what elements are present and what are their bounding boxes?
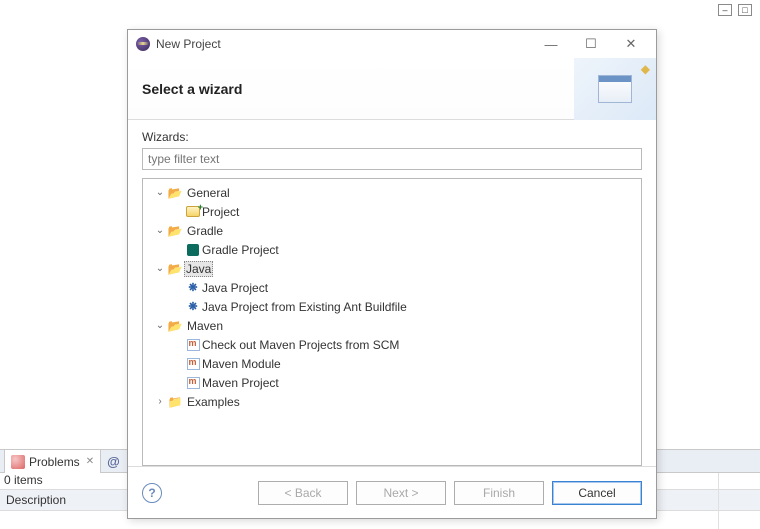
dialog-title: New Project — [156, 37, 528, 51]
help-button[interactable]: ? — [142, 483, 162, 503]
expand-icon[interactable]: ⌄ — [153, 225, 167, 236]
folder-open-icon: 📂 — [167, 261, 183, 277]
close-icon[interactable]: ✕ — [86, 456, 94, 467]
cancel-button[interactable]: Cancel — [552, 481, 642, 505]
project-icon — [185, 204, 201, 220]
column-divider[interactable] — [718, 473, 719, 529]
maven-module-icon — [185, 356, 201, 372]
expand-icon[interactable]: ⌄ — [153, 187, 167, 198]
finish-button[interactable]: Finish — [454, 481, 544, 505]
maven-scm-icon — [185, 337, 201, 353]
tab-javadoc[interactable]: @ — [101, 449, 126, 473]
tree-item-java-ant-project[interactable]: ❋ Java Project from Existing Ant Buildfi… — [145, 297, 639, 316]
tree-item-project[interactable]: Project — [145, 202, 639, 221]
maven-project-icon — [185, 375, 201, 391]
dialog-maximize-button[interactable]: ☐ — [574, 33, 608, 55]
tree-folder-maven[interactable]: ⌄ 📂 Maven — [145, 316, 639, 335]
tree-item-maven-project[interactable]: Maven Project — [145, 373, 639, 392]
banner-title: Select a wizard — [142, 81, 242, 97]
javadoc-icon: @ — [107, 454, 120, 469]
tree-folder-gradle[interactable]: ⌄ 📂 Gradle — [145, 221, 639, 240]
tree-item-java-project[interactable]: ❋ Java Project — [145, 278, 639, 297]
dialog-button-bar: ? < Back Next > Finish Cancel — [128, 466, 656, 518]
folder-open-icon: 📂 — [167, 185, 183, 201]
tree-item-gradle-project[interactable]: Gradle Project — [145, 240, 639, 259]
selected-node: Java — [184, 261, 213, 277]
new-project-dialog: New Project — ☐ ✕ Select a wizard ◆ Wiza… — [127, 29, 657, 519]
workbench-minimize-icon[interactable]: – — [718, 4, 732, 16]
tab-problems[interactable]: Problems ✕ — [4, 449, 101, 473]
back-button[interactable]: < Back — [258, 481, 348, 505]
dialog-titlebar[interactable]: New Project — ☐ ✕ — [128, 30, 656, 58]
workbench-maximize-icon[interactable]: □ — [738, 4, 752, 16]
tree-folder-examples[interactable]: › 📁 Examples — [145, 392, 639, 411]
folder-icon: 📁 — [167, 394, 183, 410]
java-ant-icon: ❋ — [185, 299, 201, 315]
dialog-minimize-button[interactable]: — — [534, 33, 568, 55]
wizard-banner-image: ◆ — [574, 58, 656, 120]
filter-input[interactable] — [142, 148, 642, 170]
wizard-tree[interactable]: ⌄ 📂 General Project ⌄ 📂 Gradle Gradle Pr… — [142, 178, 642, 466]
next-button[interactable]: Next > — [356, 481, 446, 505]
tree-item-maven-scm[interactable]: Check out Maven Projects from SCM — [145, 335, 639, 354]
folder-open-icon: 📂 — [167, 223, 183, 239]
expand-icon[interactable]: ⌄ — [153, 320, 167, 331]
gradle-icon — [185, 242, 201, 258]
wizards-label: Wizards: — [142, 130, 642, 144]
tree-folder-java[interactable]: ⌄ 📂 Java — [145, 259, 639, 278]
java-project-icon: ❋ — [185, 280, 201, 296]
tree-item-maven-module[interactable]: Maven Module — [145, 354, 639, 373]
collapse-icon[interactable]: › — [153, 396, 167, 407]
dialog-close-button[interactable]: ✕ — [614, 33, 648, 55]
tab-label: Problems — [29, 455, 80, 469]
dialog-body: Wizards: ⌄ 📂 General Project ⌄ 📂 Gradle — [128, 120, 656, 466]
folder-open-icon: 📂 — [167, 318, 183, 334]
dialog-banner: Select a wizard ◆ — [128, 58, 656, 120]
workbench-window-controls: – □ — [718, 4, 752, 16]
tree-folder-general[interactable]: ⌄ 📂 General — [145, 183, 639, 202]
problems-icon — [11, 455, 25, 469]
eclipse-icon — [136, 37, 150, 51]
expand-icon[interactable]: ⌄ — [153, 263, 167, 274]
